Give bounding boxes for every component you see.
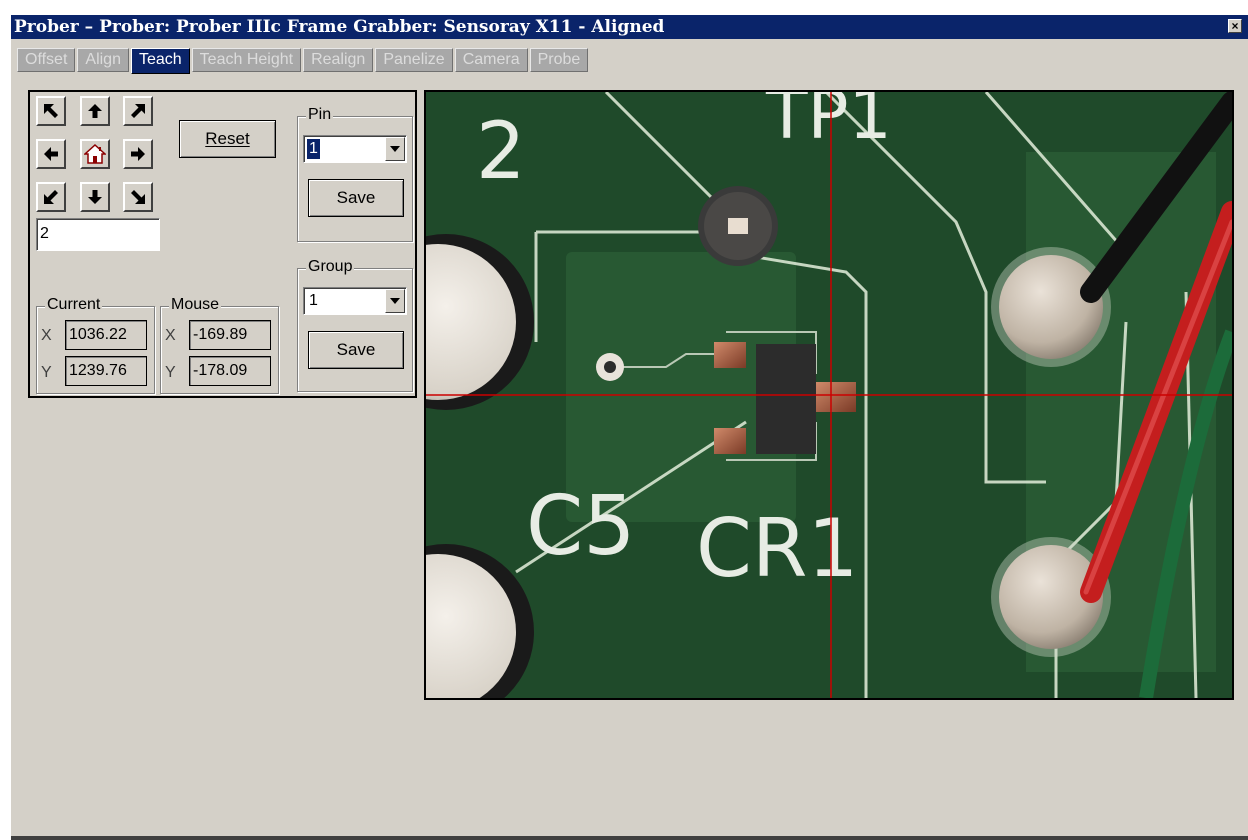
current-y-label: Y xyxy=(41,364,52,381)
jog-down-button[interactable] xyxy=(80,182,110,212)
title-bar[interactable]: Prober – Prober: Prober IIIc Frame Grabb… xyxy=(11,15,1248,39)
current-x-value: 1036.22 xyxy=(65,320,147,350)
jog-up-button[interactable] xyxy=(80,96,110,126)
pin-select-arrow[interactable] xyxy=(385,137,405,161)
group-group-label: Group xyxy=(306,258,355,276)
tab-strip: Offset Align Teach Teach Height Realign … xyxy=(17,48,589,74)
group-group: Group 1 Save xyxy=(297,258,413,392)
group-select[interactable]: 1 xyxy=(303,287,407,315)
tab-align[interactable]: Align xyxy=(77,48,129,72)
reset-button[interactable]: Reset xyxy=(179,120,276,158)
mouse-y-value: -178.09 xyxy=(189,356,271,386)
tab-offset[interactable]: Offset xyxy=(17,48,76,72)
group-save-button[interactable]: Save xyxy=(308,331,404,369)
jog-up-right-button[interactable] xyxy=(123,96,153,126)
jog-home-button[interactable] xyxy=(80,139,110,169)
silkscreen-tp1: TP1 xyxy=(765,92,892,155)
tab-camera[interactable]: Camera xyxy=(454,48,528,72)
tab-panelize[interactable]: Panelize xyxy=(375,48,453,72)
mouse-group: Mouse X -169.89 Y -178.09 xyxy=(160,296,279,394)
silkscreen-c5: C5 xyxy=(526,479,635,574)
current-group-label: Current xyxy=(45,296,103,314)
prober-window: Prober – Prober: Prober IIIc Frame Grabb… xyxy=(10,14,1248,840)
jog-up-left-button[interactable] xyxy=(36,96,66,126)
pin-save-button[interactable]: Save xyxy=(308,179,404,217)
jog-step-input[interactable]: 2 xyxy=(36,218,160,251)
mouse-x-value: -169.89 xyxy=(189,320,271,350)
current-y-value: 1239.76 xyxy=(65,356,147,386)
reset-label: Reset xyxy=(205,129,250,148)
chevron-down-icon xyxy=(390,146,400,152)
close-button[interactable]: × xyxy=(1228,19,1242,33)
pin-select[interactable]: 1 xyxy=(303,135,407,163)
mouse-y-label: Y xyxy=(165,364,176,381)
jog-left-button[interactable] xyxy=(36,139,66,169)
chevron-down-icon xyxy=(390,298,400,304)
arrow-right-icon xyxy=(131,147,145,161)
arrow-up-icon xyxy=(88,104,102,118)
silkscreen-cr1: CR1 xyxy=(696,502,858,595)
tab-teach[interactable]: Teach xyxy=(130,48,190,74)
jog-down-left-button[interactable] xyxy=(36,182,66,212)
pcb-camera-image: 2 TP1 C5 CR1 xyxy=(426,92,1232,698)
tab-realign[interactable]: Realign xyxy=(303,48,374,72)
jog-right-button[interactable] xyxy=(123,139,153,169)
pin-group: Pin 1 Save xyxy=(297,106,413,242)
window-bottom-border xyxy=(11,836,1248,840)
current-x-label: X xyxy=(41,327,52,344)
camera-view[interactable]: 2 TP1 C5 CR1 xyxy=(424,90,1234,700)
pin-select-value: 1 xyxy=(307,139,320,159)
pin-group-label: Pin xyxy=(306,106,334,124)
pin-save-label: Save xyxy=(336,188,376,207)
silkscreen-2: 2 xyxy=(476,107,526,197)
arrow-down-right-icon xyxy=(131,190,145,204)
window-title: Prober – Prober: Prober IIIc Frame Grabb… xyxy=(14,17,665,37)
close-icon: × xyxy=(1231,19,1239,33)
mouse-x-label: X xyxy=(165,327,176,344)
group-save-label: Save xyxy=(336,340,376,359)
arrow-down-icon xyxy=(88,190,102,204)
jog-down-right-button[interactable] xyxy=(123,182,153,212)
group-select-arrow[interactable] xyxy=(385,289,405,313)
home-icon xyxy=(84,144,106,164)
tab-probe[interactable]: Probe xyxy=(529,48,589,72)
arrow-down-left-icon xyxy=(44,190,58,204)
group-select-value: 1 xyxy=(309,292,318,309)
arrow-left-icon xyxy=(44,147,58,161)
tab-teach-height[interactable]: Teach Height xyxy=(191,48,302,72)
arrow-up-left-icon xyxy=(44,104,58,118)
arrow-up-right-icon xyxy=(131,104,145,118)
teach-panel: 2 Reset Pin 1 Save Group 1 Save Current … xyxy=(28,90,417,398)
mouse-group-label: Mouse xyxy=(169,296,222,314)
current-group: Current X 1036.22 Y 1239.76 xyxy=(36,296,155,394)
